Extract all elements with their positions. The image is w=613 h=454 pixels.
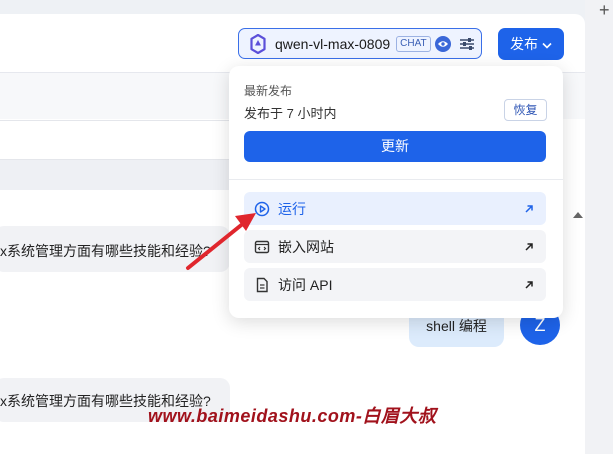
arrow-up-right-icon bbox=[524, 280, 534, 290]
right-gutter bbox=[585, 0, 613, 454]
sliders-icon[interactable] bbox=[459, 36, 475, 52]
prompt-card bbox=[0, 120, 240, 160]
eye-icon bbox=[434, 35, 451, 52]
plus-icon[interactable]: + bbox=[599, 0, 610, 20]
update-button[interactable]: 更新 bbox=[244, 131, 546, 162]
dropdown-heading: 最新发布 bbox=[244, 84, 293, 98]
annotation-arrow-icon bbox=[186, 213, 256, 270]
model-name: qwen-vl-max-0809 bbox=[275, 35, 391, 52]
watermark: www.baimeidashu.com-白眉大叔 bbox=[148, 406, 437, 426]
app-window: + x系统管理方面有哪些技能和经验? shell 编程 Z x系统管理方面有哪些… bbox=[0, 0, 613, 454]
publish-button[interactable]: 发布 bbox=[498, 28, 564, 60]
restore-button[interactable]: 恢复 bbox=[504, 99, 547, 121]
prompt-card-footer bbox=[0, 160, 240, 190]
arrow-up-right-icon bbox=[524, 204, 534, 214]
publish-button-label: 发布 bbox=[510, 36, 538, 52]
publish-dropdown: 最新发布 发布于 7 小时内 恢复 更新 运行 嵌入网站 访问 API bbox=[229, 66, 563, 318]
qwen-logo-icon bbox=[247, 33, 269, 55]
dropdown-divider bbox=[229, 179, 563, 180]
model-type-badge: CHAT bbox=[396, 35, 431, 52]
menu-item-api[interactable]: 访问 API bbox=[244, 268, 546, 301]
model-selector[interactable]: qwen-vl-max-0809 CHAT bbox=[238, 28, 482, 59]
document-icon bbox=[254, 277, 270, 293]
menu-item-label: 访问 API bbox=[278, 276, 333, 293]
menu-item-run[interactable]: 运行 bbox=[244, 192, 546, 225]
menu-item-embed[interactable]: 嵌入网站 bbox=[244, 230, 546, 263]
menu-item-label: 运行 bbox=[278, 200, 306, 217]
arrow-up-right-icon bbox=[524, 242, 534, 252]
chevron-down-icon bbox=[542, 36, 552, 52]
menu-item-label: 嵌入网站 bbox=[278, 238, 334, 255]
scroll-up-icon[interactable] bbox=[573, 212, 583, 218]
publish-time: 发布于 7 小时内 bbox=[244, 106, 337, 121]
